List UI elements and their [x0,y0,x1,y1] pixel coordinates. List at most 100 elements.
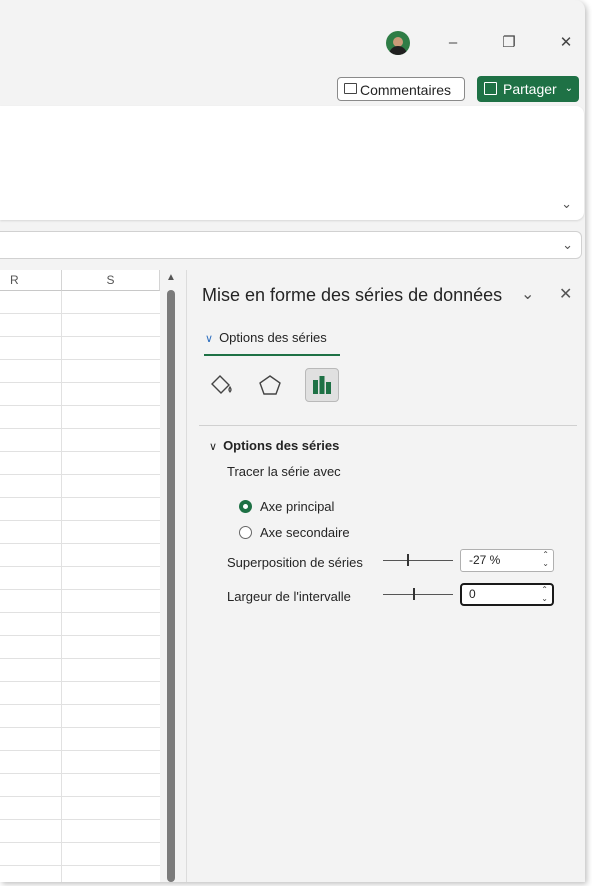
column-separator [61,590,62,612]
ribbon-expand-chevron-icon[interactable]: ⌄ [561,196,572,212]
series-overlap-slider[interactable] [383,554,453,568]
fill-line-icon[interactable] [204,368,238,402]
user-avatar[interactable] [386,31,410,55]
table-row[interactable] [0,314,160,337]
table-row[interactable] [0,498,160,521]
table-row[interactable] [0,452,160,475]
column-separator [61,291,62,313]
table-row[interactable] [0,682,160,705]
restore-button[interactable]: ❐ [494,30,524,56]
gap-width-label: Largeur de l'intervalle [227,589,351,604]
formula-bar[interactable]: ⌄ [0,231,582,259]
column-separator [61,475,62,497]
column-separator [61,728,62,750]
spreadsheet-grid[interactable]: R S [0,270,160,882]
minimize-button[interactable]: – [438,30,468,56]
column-separator [61,406,62,428]
slider-thumb[interactable] [413,588,415,600]
table-row[interactable] [0,659,160,682]
avatar-body [389,46,407,55]
table-row[interactable] [0,820,160,843]
slider-track [383,594,453,595]
gap-width-slider[interactable] [383,588,453,602]
slider-thumb[interactable] [407,554,409,566]
table-row[interactable] [0,613,160,636]
table-row[interactable] [0,797,160,820]
table-row[interactable] [0,728,160,751]
table-row[interactable] [0,843,160,866]
scrollbar-thumb[interactable] [167,290,175,882]
share-label: Partager [503,81,557,97]
pane-divider [199,425,577,426]
formula-expand-chevron-icon[interactable]: ⌄ [562,237,573,253]
gap-width-input[interactable]: 0 ⌃ ⌄ [460,583,554,606]
pane-options-chevron-icon[interactable]: ⌄ [521,284,534,304]
column-separator [61,360,62,382]
table-row[interactable] [0,636,160,659]
table-row[interactable] [0,705,160,728]
column-header-s[interactable]: S [62,270,160,291]
ribbon: ⌄ [0,106,584,220]
primary-axis-label[interactable]: Axe principal [260,499,334,514]
table-row[interactable] [0,751,160,774]
column-separator [61,498,62,520]
pane-title: Mise en forme des séries de données [202,285,503,305]
column-separator [61,544,62,566]
secondary-axis-label[interactable]: Axe secondaire [260,525,350,540]
table-row[interactable] [0,774,160,797]
column-separator [61,843,62,865]
column-separator [61,797,62,819]
column-separator [61,613,62,635]
column-separator [61,521,62,543]
plot-series-on-label: Tracer la série avec [227,464,341,479]
column-separator [61,866,62,882]
column-separator [61,429,62,451]
table-row[interactable] [0,360,160,383]
pane-close-icon[interactable]: ✕ [559,284,572,304]
group-title-label: Options des séries [223,438,340,453]
table-row[interactable] [0,383,160,406]
column-header-r[interactable]: R [0,270,62,291]
spin-arrows-icon[interactable]: ⌃ ⌄ [541,585,548,603]
scroll-up-icon[interactable]: ▲ [166,272,176,283]
column-separator [61,751,62,773]
format-data-series-pane: Mise en forme des séries de données ⌄ ✕ … [186,270,585,882]
spin-arrows-icon[interactable]: ⌃ ⌄ [542,550,549,568]
tab-series-options[interactable]: ∨ Options des séries [205,330,327,345]
table-row[interactable] [0,337,160,360]
comments-label: Commentaires [360,82,452,98]
primary-axis-radio[interactable] [239,500,252,513]
column-separator [61,337,62,359]
tab-series-options-label: Options des séries [219,330,327,345]
table-row[interactable] [0,291,160,314]
table-row[interactable] [0,567,160,590]
effects-pentagon-icon[interactable] [253,368,287,402]
share-button[interactable]: Partager ⌄ [477,76,579,102]
series-options-icon[interactable] [305,368,339,402]
column-separator [61,705,62,727]
comments-button[interactable]: Commentaires [337,77,465,101]
tab-underline [204,354,340,356]
series-overlap-label: Superposition de séries [227,555,363,570]
comment-icon [344,83,357,94]
table-row[interactable] [0,429,160,452]
share-icon [484,82,497,95]
column-separator [61,567,62,589]
series-options-group-header[interactable]: ∨ Options des séries [209,438,339,453]
table-row[interactable] [0,866,160,882]
secondary-axis-radio[interactable] [239,526,252,539]
table-row[interactable] [0,406,160,429]
table-row[interactable] [0,521,160,544]
column-separator [61,682,62,704]
gap-width-value: 0 [469,587,476,601]
column-separator [61,774,62,796]
column-separator [61,636,62,658]
column-separator [61,383,62,405]
table-row[interactable] [0,475,160,498]
table-row[interactable] [0,590,160,613]
close-window-button[interactable]: ✕ [551,30,581,56]
table-row[interactable] [0,544,160,567]
series-overlap-value: -27 % [469,553,501,567]
series-overlap-input[interactable]: -27 % ⌃ ⌄ [460,549,554,572]
vertical-scrollbar[interactable]: ▲ [162,270,182,882]
